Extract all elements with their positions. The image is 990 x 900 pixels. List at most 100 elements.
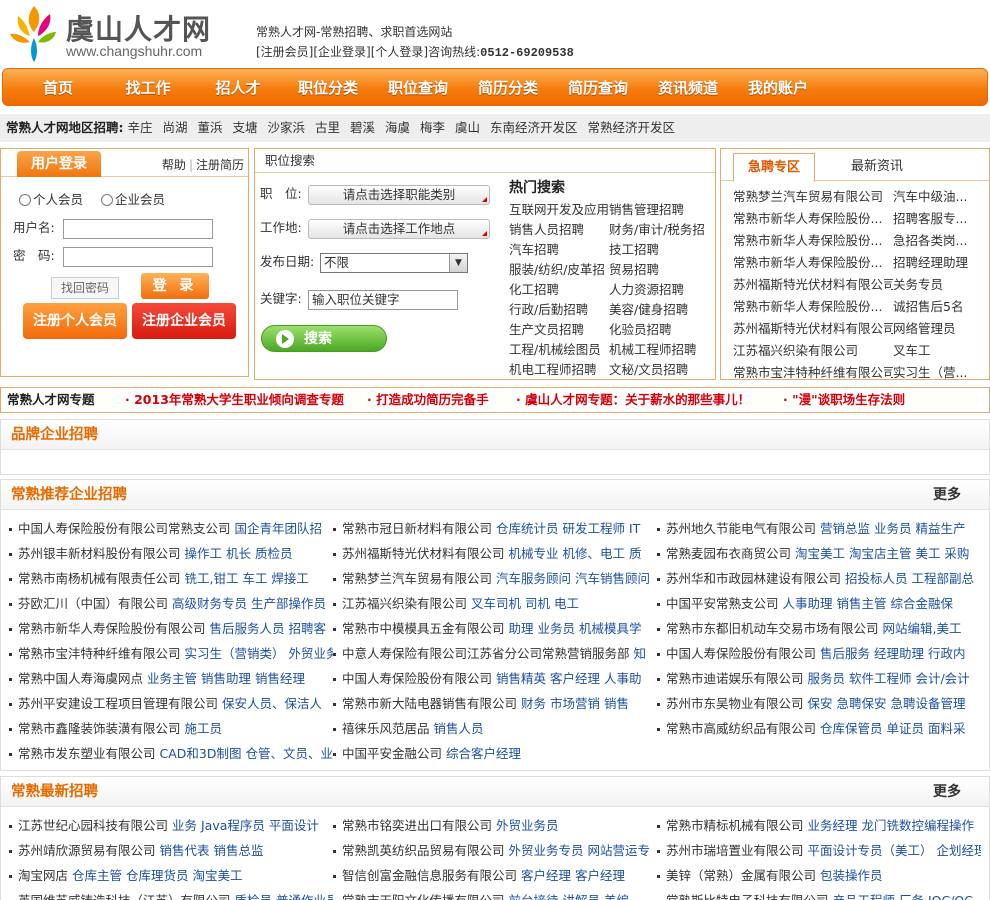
urgent-company[interactable]: 常熟市新华人寿保险股份... — [733, 252, 893, 274]
positions-link[interactable]: 销售精英 客户经理 人事助 — [496, 671, 641, 686]
positions-link[interactable]: 仓库主管 仓库理货员 淘宝美工 — [72, 868, 242, 883]
positions-link[interactable]: 机械专业 机修、电工 质 — [509, 546, 642, 561]
hot-search-item[interactable]: 行政/后勤招聘 — [509, 300, 609, 320]
search-button[interactable]: 搜索 — [261, 325, 387, 352]
urgent-item[interactable]: 常熟市宝沣特种纤维有限公司实习生（营... — [733, 362, 989, 379]
radio-personal[interactable]: 个人会员 — [19, 192, 83, 207]
company-link[interactable]: 中国人寿保险股份有限公司 — [666, 646, 816, 661]
company-link[interactable]: 禧徕乐风范居品 — [342, 721, 430, 736]
urgent-position[interactable]: 急招各类岗... — [893, 230, 983, 252]
company-link[interactable]: 常熟市新大陆电器销售有限公司 — [342, 696, 517, 711]
positions-link[interactable]: 销售人员 — [434, 721, 484, 736]
positions-link[interactable]: 财务 市场营销 销售 — [521, 696, 629, 711]
nav-item-resume-category[interactable]: 简历分类 — [463, 69, 553, 107]
hot-search-item[interactable]: 人力资源招聘 — [609, 280, 713, 300]
personal-login-link[interactable]: [个人登录] — [371, 45, 428, 59]
urgent-company[interactable]: 常熟市新华人寿保险股份... — [733, 208, 893, 230]
topic-item[interactable]: · 打造成功简历完备手 — [367, 388, 489, 412]
company-link[interactable]: 中意人寿保险有限公司江苏省分公司常熟营销服务部 — [342, 646, 630, 661]
urgent-item[interactable]: 常熟梦兰汽车贸易有限公司 汽车中级油... — [733, 186, 989, 208]
more-link[interactable]: 更多 — [933, 480, 961, 510]
positions-link[interactable]: 人事助理 销售主管 综合金融保 — [783, 596, 953, 611]
company-link[interactable]: 常熟市鑫隆装饰装潢有限公司 — [18, 721, 181, 736]
positions-link[interactable]: 实习生（营销类） 外贸业务 — [185, 646, 333, 661]
urgent-position[interactable]: 网络管理员 — [893, 318, 983, 340]
company-link[interactable]: 常熟市高威纺织品有限公司 — [666, 721, 816, 736]
company-link[interactable]: 中国人寿保险股份有限公司 — [342, 671, 492, 686]
hot-search-item[interactable]: 文秘/文员招聘 — [609, 360, 713, 380]
region-item[interactable]: 梅李 — [420, 120, 445, 135]
hot-search-item[interactable]: 技工招聘 — [609, 240, 713, 260]
positions-link[interactable]: 售后服务 经理助理 行政内 — [820, 646, 965, 661]
hot-search-item[interactable]: 工程/机械绘图员 — [509, 340, 609, 360]
register-link[interactable]: [注册会员] — [256, 45, 313, 59]
positions-link[interactable]: 业务 Java程序员 平面设计 — [172, 818, 319, 833]
urgent-item[interactable]: 常熟市新华人寿保险股份... 招聘客服专... — [733, 208, 989, 230]
hot-search-item[interactable]: 汽车招聘 — [509, 240, 609, 260]
positions-link[interactable]: 仓库保管员 单证员 面料采 — [820, 721, 965, 736]
urgent-item[interactable]: 常熟市新华人寿保险股份... 诚招售后5名 — [733, 296, 989, 318]
company-link[interactable]: 江苏福兴织染有限公司 — [342, 596, 467, 611]
company-link[interactable]: 常熟梦兰汽车贸易有限公司 — [342, 571, 492, 586]
date-select[interactable]: 不限 ▼ — [320, 252, 468, 273]
company-link[interactable]: 常熟市宝沣特种纤维有限公司 — [18, 646, 181, 661]
register-personal-button[interactable]: 注册个人会员 — [23, 303, 127, 339]
topic-item[interactable]: · "漫"谈职场生存法则 — [783, 388, 905, 412]
urgent-position[interactable]: 汽车中级油... — [893, 186, 983, 208]
company-link[interactable]: 苏州靖欣源贸易有限公司 — [18, 843, 156, 858]
nav-item-job-search[interactable]: 职位查询 — [373, 69, 463, 107]
region-item[interactable]: 沙家浜 — [267, 120, 305, 135]
company-link[interactable]: 苏州市东吴物业有限公司 — [666, 696, 804, 711]
positions-link[interactable]: 综合客户经理 — [446, 746, 521, 761]
company-link[interactable]: 常熟市东都旧机动车交易市场有限公司 — [666, 621, 879, 636]
nav-item-my-account[interactable]: 我的账户 — [733, 69, 823, 107]
urgent-position[interactable]: 实习生（营... — [893, 362, 983, 379]
urgent-company[interactable]: 常熟市新华人寿保险股份... — [733, 296, 893, 318]
positions-link[interactable]: 前台接待 讲解员 美编 — [509, 893, 629, 900]
company-link[interactable]: 常熟市发东塑业有限公司 — [18, 746, 156, 761]
urgent-company[interactable]: 常熟梦兰汽车贸易有限公司 — [733, 186, 893, 208]
region-item[interactable]: 董浜 — [197, 120, 222, 135]
urgent-item[interactable]: 常熟市新华人寿保险股份... 招聘经理助理 — [733, 252, 989, 274]
company-link[interactable]: 常熟市迪诺娱乐有限公司 — [666, 671, 804, 686]
hot-search-item[interactable]: 美容/健身招聘 — [609, 300, 713, 320]
company-login-link[interactable]: [企业登录] — [313, 45, 370, 59]
username-input[interactable] — [63, 218, 213, 239]
tab-urgent[interactable]: 急聘专区 — [733, 153, 815, 182]
positions-link[interactable]: 保安人员、保洁人 — [222, 696, 322, 711]
region-item[interactable]: 尚湖 — [162, 120, 187, 135]
hot-search-item[interactable]: 生产文员招聘 — [509, 320, 609, 340]
urgent-item[interactable]: 江苏福兴织染有限公司 叉车工 — [733, 340, 989, 362]
company-link[interactable]: 江苏世纪心园科技有限公司 — [18, 818, 168, 833]
positions-link[interactable]: 质检员 普通作业员 — [235, 893, 333, 900]
urgent-company[interactable]: 常熟市新华人寿保险股份... — [733, 230, 893, 252]
position-select-button[interactable]: 请点击选择职能类别 — [308, 184, 490, 205]
radio-company[interactable]: 企业会员 — [101, 192, 165, 207]
company-link[interactable]: 淘宝网店 — [18, 868, 68, 883]
positions-link[interactable]: 销售代表 销售总监 — [160, 843, 264, 858]
hot-search-item[interactable]: 互联网开发及应用 — [509, 200, 609, 220]
positions-link[interactable]: 知 — [634, 646, 647, 661]
company-link[interactable]: 芬欧汇川（中国）有限公司 — [18, 596, 168, 611]
hot-search-item[interactable]: 销售人员招聘 — [509, 220, 609, 240]
region-item[interactable]: 虞山 — [455, 120, 480, 135]
positions-link[interactable]: 服务员 软件工程师 会计/会计 — [808, 671, 970, 686]
chevron-down-icon[interactable]: ▼ — [449, 253, 467, 272]
urgent-position[interactable]: 招聘经理助理 — [893, 252, 983, 274]
positions-link[interactable]: 招投标人员 工程部副总 — [845, 571, 974, 586]
nav-item-find-talent[interactable]: 招人才 — [193, 69, 283, 107]
positions-link[interactable]: 操作工 机长 质检员 — [185, 546, 293, 561]
region-item[interactable]: 东南经济开发区 — [490, 120, 578, 135]
nav-item-home[interactable]: 首页 — [13, 69, 103, 107]
keyword-input[interactable]: 输入职位关键字 — [308, 289, 458, 310]
hot-search-item[interactable]: 机电工程师招聘 — [509, 360, 609, 380]
region-item[interactable]: 海虞 — [385, 120, 410, 135]
urgent-item[interactable]: 常熟市新华人寿保险股份... 急招各类岗... — [733, 230, 989, 252]
urgent-item[interactable]: 苏州福斯特光伏材料有限公司网络管理员 — [733, 318, 989, 340]
company-link[interactable]: 常熟中国人寿海虞网点 — [18, 671, 143, 686]
positions-link[interactable]: 施工员 — [185, 721, 223, 736]
positions-link[interactable]: 外贸业务专员 网站营运专 — [509, 843, 650, 858]
company-link[interactable]: 常熟市中模模具五金有限公司 — [342, 621, 505, 636]
radio-circle-icon[interactable] — [19, 194, 31, 206]
company-link[interactable]: 常熟市铭奕进出口有限公司 — [342, 818, 492, 833]
